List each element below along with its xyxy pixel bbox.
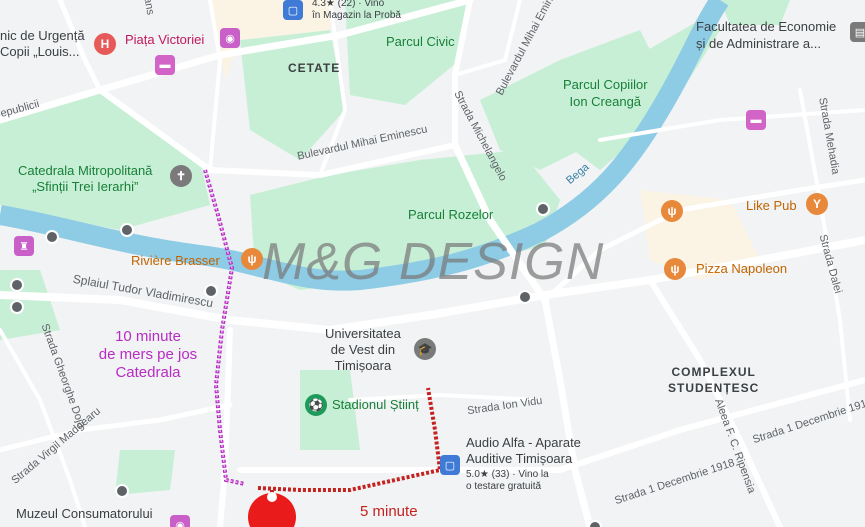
stadium-icon[interactable]: ⚽ — [305, 394, 327, 416]
church-icon[interactable]: ✝ — [170, 165, 192, 187]
hospital-label[interactable]: nic de Urgență Copii „Louis... — [0, 28, 85, 60]
muzeul-label[interactable]: Muzeul Consumatorului — [16, 506, 153, 521]
universitatea-label[interactable]: Universitatea de Vest din Timișoara — [325, 326, 401, 374]
shop-rating-label: 4.3★ (22) · Vino în Magazin la Probă — [312, 0, 401, 21]
restaurant-icon[interactable]: ψ — [241, 248, 263, 270]
pizza-napoleon-label[interactable]: Pizza Napoleon — [696, 261, 787, 276]
catedrala-label[interactable]: Catedrala Mitropolitană „Sfinții Trei Ie… — [18, 163, 152, 195]
cetate-label: CETATE — [288, 61, 341, 75]
hotel-icon[interactable]: ▬ — [155, 55, 175, 75]
like-pub-label[interactable]: Like Pub — [746, 198, 797, 213]
walk-time-5-min: 5 minute — [360, 503, 418, 520]
complexul-label: COMPLEXUL STUDENȚESC — [668, 365, 760, 395]
parcul-civic-label[interactable]: Parcul Civic — [386, 34, 455, 49]
transit-stop-icon[interactable] — [45, 230, 59, 244]
restaurant-icon-2[interactable]: ψ — [661, 200, 683, 222]
walk-time-catedrala: 10 minute de mers pe jos Catedrala — [98, 328, 198, 381]
pizza-icon[interactable]: ψ — [664, 258, 686, 280]
shop-icon-2[interactable]: ▢ — [440, 455, 460, 475]
transit-stop-icon[interactable] — [588, 520, 602, 527]
transit-stop-icon[interactable] — [536, 202, 550, 216]
transit-stop-icon[interactable] — [115, 484, 129, 498]
shop-icon[interactable]: ▢ — [283, 0, 303, 20]
stadionul-label[interactable]: Stadionul Științ — [332, 397, 419, 412]
parcul-rozelor-label[interactable]: Parcul Rozelor — [408, 207, 493, 222]
facultatea-label[interactable]: Facultatea de Economie și de Administrar… — [696, 18, 836, 52]
museum-icon-2[interactable]: ◉ — [170, 515, 190, 527]
transit-stop-icon[interactable] — [120, 223, 134, 237]
parcul-copiilor-label[interactable]: Parcul Copiilor Ion Creangă — [563, 76, 648, 110]
watermark: M&G DESIGN — [262, 233, 605, 291]
bar-icon[interactable]: Y — [806, 193, 828, 215]
hospital-icon[interactable]: H — [94, 33, 116, 55]
museum-icon[interactable]: ◉ — [220, 28, 240, 48]
map-view[interactable]: M&G DESIGN H ◉ ▬ ▢ ✝ ♜ ψ ψ Y ψ ▬ 🎓 ⚽ ▢ ◉… — [0, 0, 865, 527]
piata-victoriei-label[interactable]: Piața Victoriei — [125, 32, 204, 47]
attraction-icon[interactable]: ♜ — [14, 236, 34, 256]
school-icon[interactable]: ▤ — [850, 22, 865, 42]
hotel-icon-2[interactable]: ▬ — [746, 110, 766, 130]
riviere-label[interactable]: Rivière Brasser — [131, 253, 220, 268]
street-ans-label: ans — [141, 0, 157, 16]
audio-alfa-label[interactable]: Audio Alfa - Aparate Auditive Timișoara — [466, 435, 581, 467]
audio-alfa-rating: 5.0★ (33) · Vino la o testare gratuită — [466, 469, 549, 492]
university-icon[interactable]: 🎓 — [414, 338, 436, 360]
transit-stop-icon[interactable] — [10, 300, 24, 314]
transit-stop-icon[interactable] — [518, 290, 532, 304]
transit-stop-icon[interactable] — [10, 278, 24, 292]
